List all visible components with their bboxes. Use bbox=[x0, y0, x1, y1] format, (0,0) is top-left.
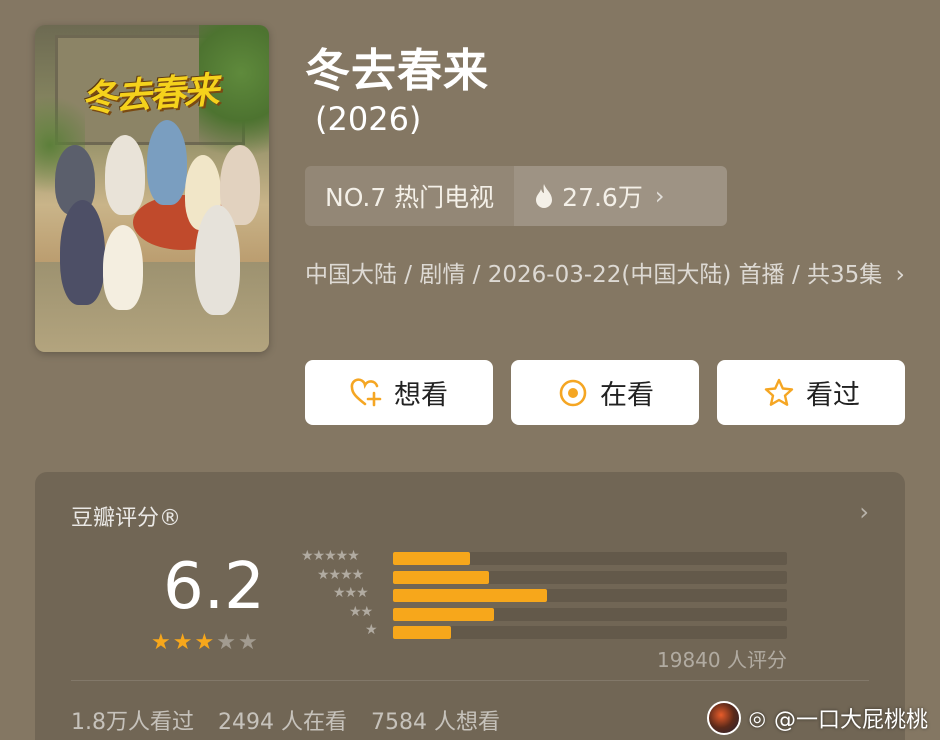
flame-icon bbox=[536, 184, 553, 208]
distribution-star-label: ★★★★ bbox=[317, 566, 364, 583]
divider bbox=[71, 680, 869, 681]
want-label: 想看 bbox=[394, 380, 448, 411]
rating-score: 6.2 bbox=[163, 550, 265, 624]
watched-button[interactable]: 看过 bbox=[717, 360, 905, 425]
chevron-right-icon: › bbox=[895, 262, 905, 288]
watermark: ◎ @一口大屁桃桃 bbox=[706, 700, 928, 736]
heart-plus-icon bbox=[350, 376, 384, 410]
poster-person bbox=[105, 135, 145, 215]
distribution-bar-track bbox=[393, 570, 787, 584]
heat-value: 27.6万 bbox=[562, 183, 643, 212]
audience-stats[interactable]: 1.8万人看过 2494 人在看 7584 人想看 bbox=[71, 704, 500, 736]
want-count[interactable]: 7584 人想看 bbox=[371, 704, 500, 736]
distribution-bar-fill bbox=[393, 570, 490, 584]
distribution-bar-track bbox=[393, 589, 787, 602]
distribution-bar-fill bbox=[393, 589, 547, 602]
show-meta[interactable]: 中国大陆 / 剧情 / 2026-03-22(中国大陆) 首播 / 共35集 › bbox=[305, 256, 905, 294]
distribution-bar-track bbox=[393, 626, 787, 639]
watched-count[interactable]: 1.8万人看过 bbox=[71, 704, 194, 736]
avatar bbox=[706, 701, 741, 735]
rank-heat-box[interactable]: NO.7 热门电视 27.6万 › bbox=[305, 166, 727, 226]
chevron-right-icon[interactable]: › bbox=[859, 498, 869, 526]
star-outline-icon bbox=[762, 376, 796, 410]
want-to-watch-button[interactable]: 想看 bbox=[305, 360, 493, 425]
chevron-right-icon: › bbox=[654, 182, 665, 210]
show-title: 冬去春来 bbox=[305, 44, 490, 97]
distribution-star-label: ★★ bbox=[349, 603, 373, 620]
target-icon bbox=[556, 376, 590, 410]
weibo-icon: ◎ bbox=[748, 706, 766, 730]
poster-person bbox=[195, 205, 240, 315]
watermark-text: @一口大屁桃桃 bbox=[773, 708, 928, 733]
distribution-star-label: ★ bbox=[365, 622, 378, 638]
star-empty-icon: ★ bbox=[216, 630, 236, 655]
rating-stars: ★ ★ ★ ★ ★ bbox=[151, 632, 258, 654]
meta-text: 中国大陆 / 剧情 / 2026-03-22(中国大陆) 首播 / 共35集 bbox=[305, 262, 883, 288]
show-year: (2026) bbox=[315, 100, 422, 138]
star-filled-icon: ★ bbox=[172, 630, 193, 655]
star-empty-icon: ★ bbox=[237, 630, 258, 655]
watching-label: 在看 bbox=[600, 380, 654, 411]
watching-count[interactable]: 2494 人在看 bbox=[218, 704, 347, 736]
distribution-bar-track bbox=[393, 552, 787, 565]
watching-button[interactable]: 在看 bbox=[511, 360, 699, 425]
distribution-bar-fill bbox=[393, 552, 470, 565]
distribution-bar-fill bbox=[393, 626, 451, 639]
rating-card-title: 豆瓣评分® bbox=[71, 506, 182, 531]
poster-person bbox=[147, 120, 187, 205]
poster-title-art: 冬去春来 bbox=[79, 69, 219, 121]
distribution-bar-fill bbox=[393, 607, 494, 621]
star-filled-icon: ★ bbox=[151, 630, 171, 655]
poster-person bbox=[103, 225, 143, 310]
poster-person bbox=[60, 200, 105, 305]
watched-label: 看过 bbox=[806, 380, 860, 411]
rating-count: 19840 人评分 bbox=[657, 648, 787, 672]
heat-indicator[interactable]: 27.6万 › bbox=[514, 166, 727, 226]
distribution-star-label: ★★★★★ bbox=[301, 548, 360, 564]
poster-image[interactable]: 冬去春来 bbox=[35, 25, 269, 352]
rank-label[interactable]: NO.7 热门电视 bbox=[305, 166, 514, 226]
distribution-star-label: ★★★ bbox=[333, 585, 369, 601]
distribution-bar-track bbox=[393, 607, 787, 621]
star-filled-icon: ★ bbox=[194, 630, 215, 655]
